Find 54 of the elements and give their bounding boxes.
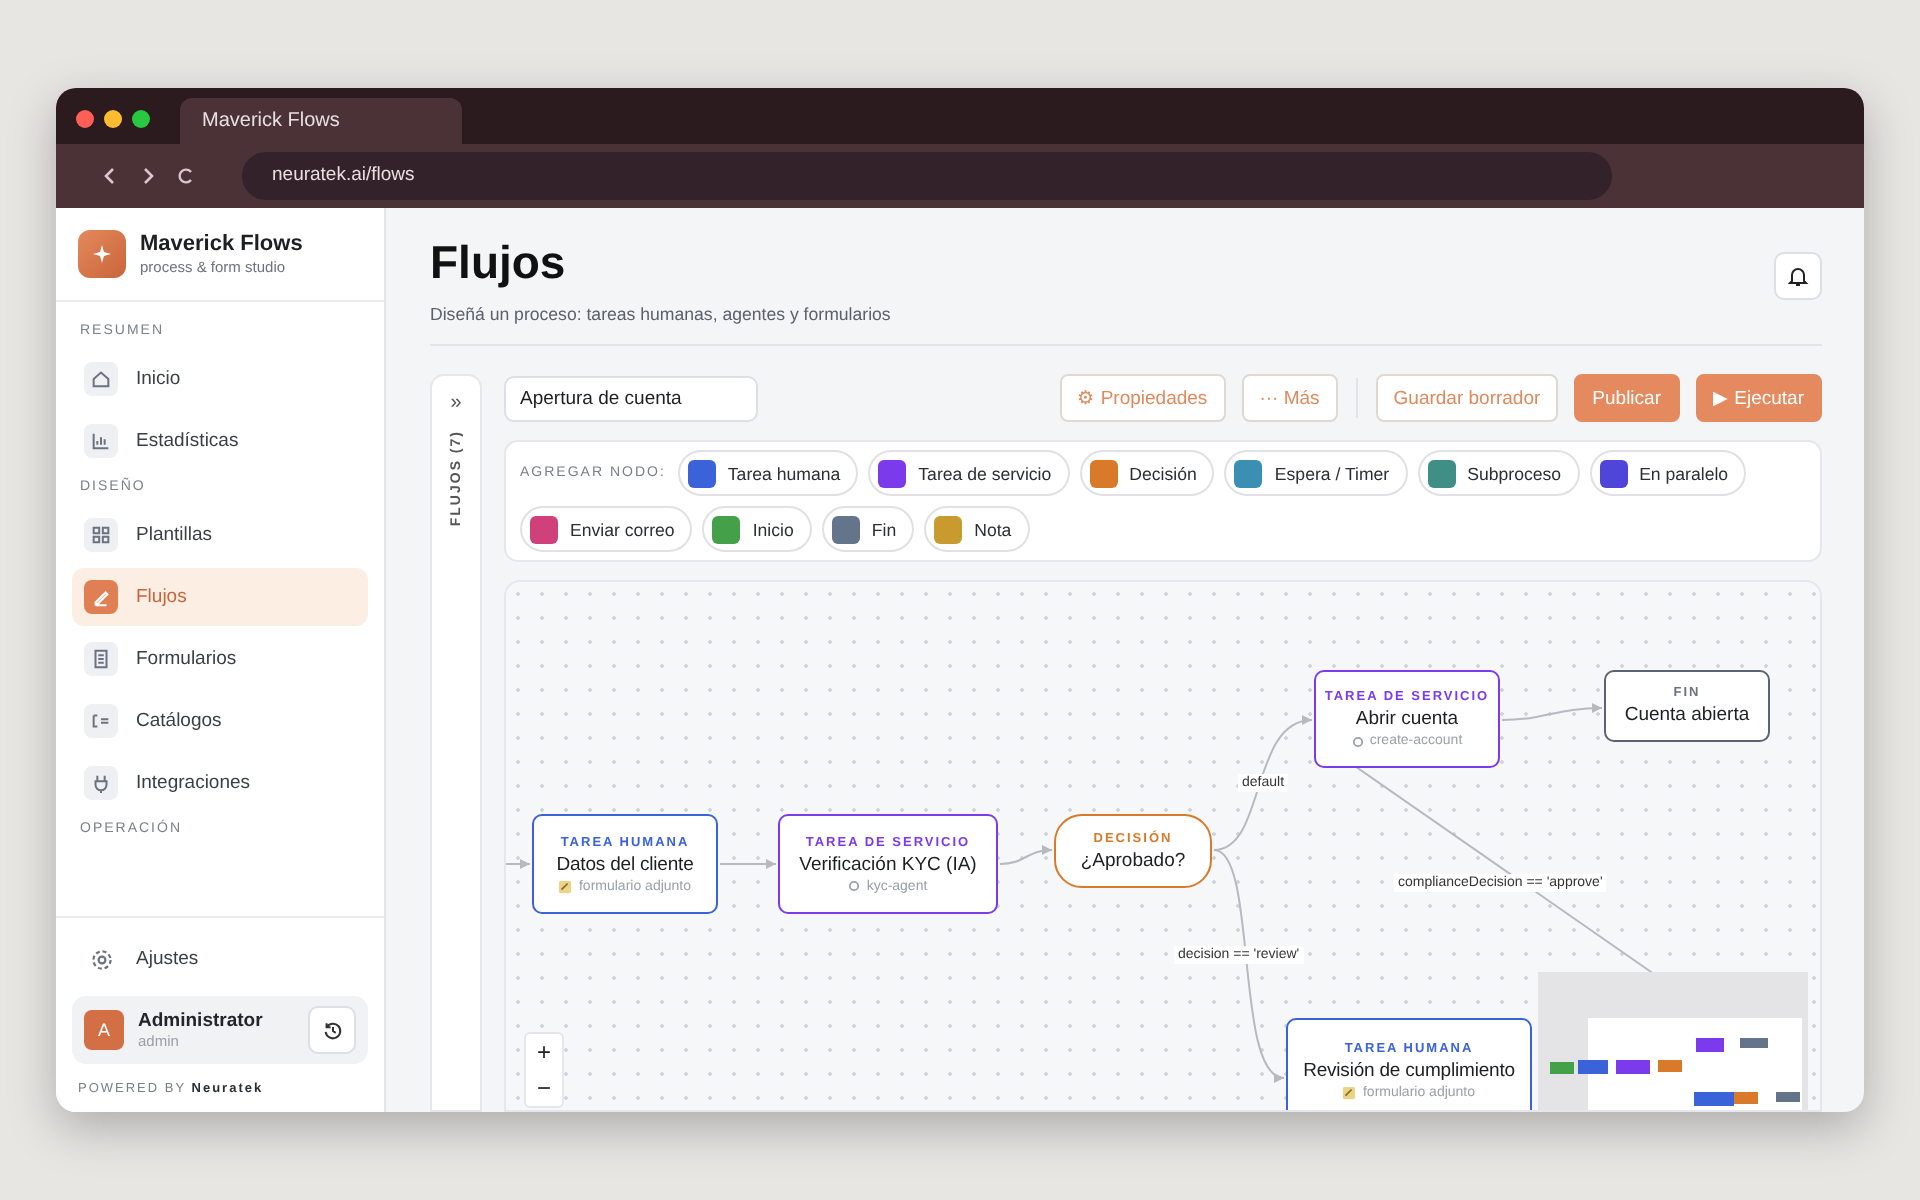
edge-connector [719, 859, 777, 869]
bell-icon [1786, 264, 1810, 288]
node-type-chip[interactable]: Subproceso [1417, 450, 1580, 496]
app-name: Maverick Flows [140, 232, 303, 256]
node-type-chip[interactable]: En paralelo [1589, 450, 1747, 496]
node-type-chip[interactable]: Fin [821, 506, 915, 552]
minimize-dot[interactable] [104, 109, 122, 127]
minimap-drawing[interactable] [1538, 972, 1808, 1110]
home-icon [84, 362, 118, 396]
back-icon[interactable] [100, 166, 120, 186]
node-type-chip[interactable]: Espera / Timer [1224, 450, 1408, 496]
note-icon [1342, 1085, 1357, 1099]
edge-connector [506, 859, 531, 869]
sidebar-item[interactable]: Plantillas [72, 506, 368, 564]
history-icon [321, 1019, 343, 1041]
edge-connector [999, 845, 1053, 865]
zoom-button[interactable]: − [526, 1070, 562, 1106]
chart-icon [84, 424, 118, 458]
doc-icon [84, 642, 118, 676]
list-icon [84, 704, 118, 738]
reload-icon[interactable] [176, 166, 196, 186]
history-button[interactable] [308, 1006, 356, 1054]
expand-toggle[interactable]: » [450, 392, 462, 414]
sidebar-item[interactable]: Integraciones [72, 754, 368, 812]
sidebar-item[interactable]: Formularios [72, 630, 368, 688]
sidebar-item[interactable]: Estadísticas [72, 412, 368, 470]
node-type-chip[interactable]: Enviar correo [520, 506, 693, 552]
user-avatar: A [84, 1010, 124, 1050]
edge-connector [1501, 703, 1603, 721]
close-dot[interactable] [76, 109, 94, 127]
address-field[interactable]: neuratek.ai/flows [242, 152, 1612, 200]
forward-icon[interactable] [138, 166, 158, 186]
page-title: Flujos [430, 236, 568, 290]
node-type-chip[interactable]: Nota [924, 506, 1030, 552]
sidebar-item[interactable]: Inicio [72, 350, 368, 408]
flow-name-field[interactable]: Apertura de cuenta [504, 375, 758, 421]
flow-canvas[interactable] [504, 580, 1822, 1112]
node-type-chip[interactable]: Tarea de servicio [868, 450, 1070, 496]
note-icon [558, 879, 573, 893]
plug-icon [84, 766, 118, 800]
grid-icon [84, 518, 118, 552]
zoom-button[interactable]: + [526, 1034, 562, 1070]
settings-item[interactable]: Ajustes [72, 930, 368, 988]
node-type-chip[interactable]: Inicio [702, 506, 812, 552]
browser-tab[interactable]: Maverick Flows [180, 98, 462, 144]
maximize-dot[interactable] [132, 109, 150, 127]
sparkle-logo-icon [78, 230, 126, 278]
user-name: Administrator [138, 1010, 265, 1032]
notifications-button[interactable] [1774, 252, 1822, 300]
page-subtitle: Diseñá un proceso: tareas humanas, agentes y formularios [430, 304, 891, 324]
sidebar-item[interactable]: Catálogos [72, 692, 368, 750]
node-type-chip[interactable]: Decisión [1079, 450, 1215, 496]
node-type-chip[interactable]: Tarea humana [677, 450, 859, 496]
pen-icon [84, 580, 118, 614]
